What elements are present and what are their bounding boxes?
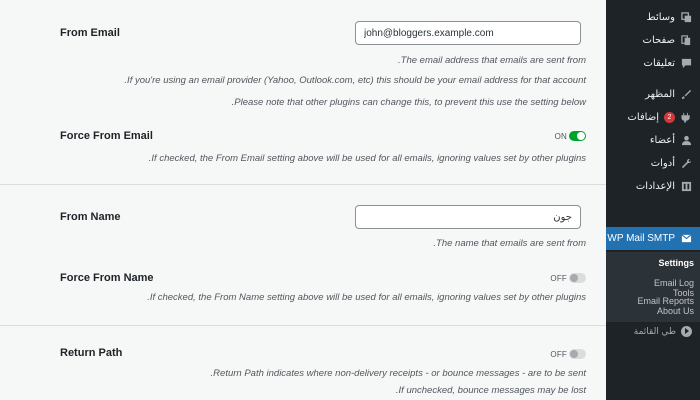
collapse-menu-label: طي القائمة	[633, 325, 676, 336]
sidebar-item-label: إضافات	[627, 112, 659, 123]
submenu-item-email-log[interactable]: Email Log	[654, 278, 694, 288]
sidebar-item-media[interactable]: وسائط	[606, 6, 700, 29]
comments-icon	[680, 58, 692, 70]
toggle-knob	[570, 350, 578, 358]
submenu-item-about-us[interactable]: About Us	[657, 306, 694, 316]
section-divider	[0, 184, 606, 185]
appearance-icon	[680, 89, 692, 101]
tools-icon	[680, 158, 692, 170]
toggle-switch[interactable]	[569, 131, 586, 141]
plugins-icon	[680, 112, 692, 124]
sidebar-item-label: وسائط	[646, 12, 675, 23]
collapse-arrow-icon	[681, 325, 692, 337]
from-name-desc: .The name that emails are sent from	[433, 238, 586, 249]
sidebar-item-label: تعليقات	[643, 58, 675, 69]
sidebar-item-settings[interactable]: الإعدادات	[606, 175, 700, 198]
current-menu-arrow	[600, 233, 606, 245]
return-path-label: Return Path	[60, 347, 123, 359]
media-icon	[680, 12, 692, 24]
sidebar-item-label: أدوات	[650, 158, 675, 169]
force-from-name-label: Force From Name	[60, 272, 154, 284]
sidebar-item-wp-mail-smtp[interactable]: WP Mail SMTP	[600, 227, 700, 250]
sidebar-item-users[interactable]: أعضاء	[606, 129, 700, 152]
force-from-email-toggle[interactable]: ON	[555, 131, 586, 141]
from-email-desc-2: .If you're using an email provider (Yaho…	[124, 75, 586, 86]
sidebar-item-plugins[interactable]: إضافات 2	[606, 106, 700, 129]
sidebar-item-appearance[interactable]: المظهر	[606, 83, 700, 106]
sidebar-item-label: صفحات	[642, 35, 675, 46]
force-from-email-desc: .If checked, the From Email setting abov…	[148, 153, 586, 164]
sidebar-item-label: الإعدادات	[635, 181, 675, 192]
from-name-label: From Name	[60, 211, 121, 223]
sidebar-item-label: WP Mail SMTP	[607, 233, 675, 244]
toggle-switch[interactable]	[569, 273, 586, 283]
force-from-email-label: Force From Email	[60, 130, 153, 142]
sidebar-item-label: المظهر	[645, 89, 675, 100]
from-email-input[interactable]	[355, 21, 581, 45]
toggle-switch[interactable]	[569, 349, 586, 359]
return-path-toggle[interactable]: OFF	[550, 349, 586, 359]
force-from-name-desc: .If checked, the From Name setting above…	[147, 292, 586, 303]
from-email-desc-1: .The email address that emails are sent …	[398, 55, 586, 66]
settings-panel: From Email .The email address that email…	[0, 0, 606, 400]
toggle-knob	[577, 132, 585, 140]
return-path-desc-1: .Return Path indicates where non-deliver…	[210, 368, 586, 379]
toggle-state-text: OFF	[550, 349, 567, 359]
submenu-item-tools[interactable]: Tools	[673, 288, 694, 298]
mail-icon	[680, 233, 692, 245]
sidebar-item-tools[interactable]: أدوات	[606, 152, 700, 175]
toggle-state-text: OFF	[550, 273, 567, 283]
sidebar-item-label: أعضاء	[649, 135, 675, 146]
users-icon	[680, 135, 692, 147]
settings-icon	[680, 181, 692, 193]
section-divider	[0, 325, 606, 326]
update-count-badge: 2	[664, 112, 675, 123]
sidebar-item-pages[interactable]: صفحات	[606, 29, 700, 52]
sidebar-item-comments[interactable]: تعليقات	[606, 52, 700, 75]
submenu-item-settings[interactable]: Settings	[658, 258, 694, 268]
toggle-knob	[570, 274, 578, 282]
toggle-state-text: ON	[554, 131, 567, 141]
from-email-label: From Email	[60, 27, 120, 39]
from-email-desc-3: .Please note that other plugins can chan…	[231, 97, 586, 108]
from-name-input[interactable]	[355, 205, 581, 229]
force-from-name-toggle[interactable]: OFF	[550, 273, 586, 283]
pages-icon	[680, 35, 692, 47]
collapse-menu-button[interactable]: طي القائمة	[606, 320, 700, 342]
admin-sidebar: وسائط صفحات تعليقات المظهر إضافات 2 أعضا…	[600, 0, 700, 400]
return-path-desc-2: .If unchecked, bounce messages may be lo…	[395, 385, 586, 396]
